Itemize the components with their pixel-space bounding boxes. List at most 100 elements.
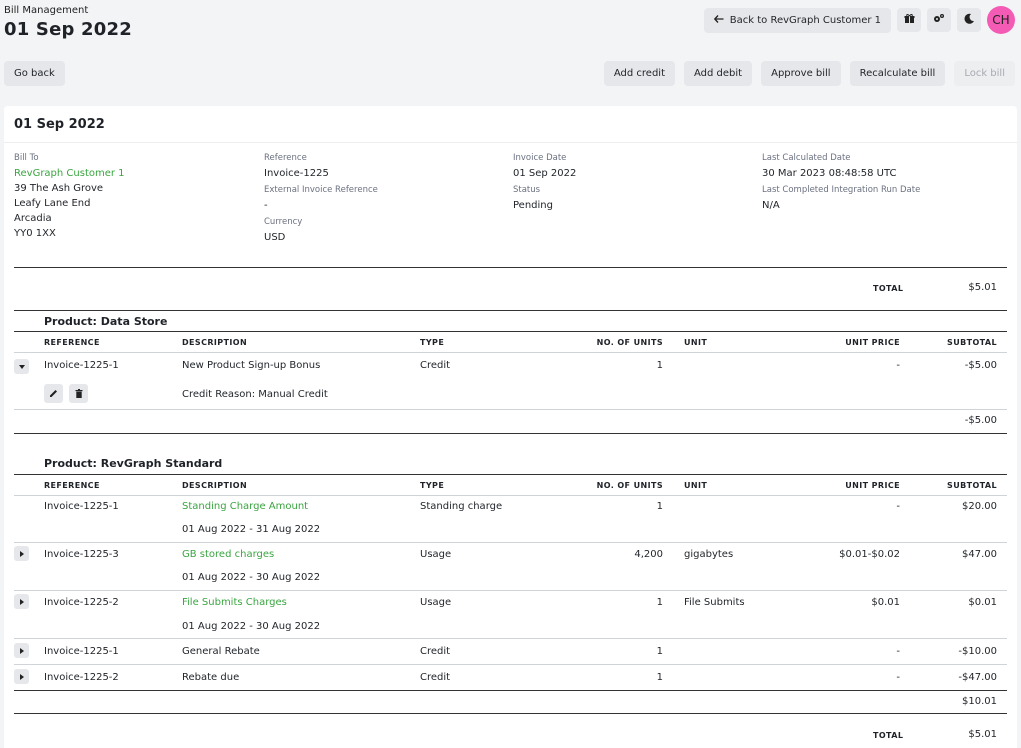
row-date-range: 01 Aug 2022 - 30 Aug 2022	[182, 621, 321, 632]
reference-label: Reference	[264, 153, 307, 163]
total-value: $5.01	[968, 729, 997, 740]
row-unit-price: -	[896, 672, 900, 683]
divider	[14, 310, 1007, 311]
row-units: 1	[656, 672, 663, 683]
settings-icon	[933, 13, 945, 27]
expand-button[interactable]	[14, 669, 29, 684]
currency-value: USD	[264, 232, 286, 243]
row-reference: Invoice-1225-1	[44, 360, 119, 371]
invoice-date-value: 01 Sep 2022	[513, 168, 577, 179]
row-description: Rebate due	[182, 672, 240, 683]
column-header: DESCRIPTION	[182, 481, 248, 490]
divider	[14, 542, 1007, 543]
row-reference: Invoice-1225-2	[44, 672, 119, 683]
divider	[14, 474, 1007, 475]
add-debit-button[interactable]: Add debit	[684, 61, 753, 86]
settings-button[interactable]	[927, 8, 951, 32]
row-subtotal: $20.00	[962, 501, 997, 512]
address-line: Leafy Lane End	[14, 198, 91, 209]
back-to-customer-button[interactable]: Back to RevGraph Customer 1	[703, 7, 891, 33]
column-header: UNIT PRICE	[845, 338, 900, 347]
bill-to-section: Bill To RevGraph Customer 1 39 The Ash G…	[14, 153, 125, 241]
product-subtotal: $10.01	[962, 696, 997, 707]
action-bar: Go back Add credit Add debit Approve bil…	[4, 61, 1015, 86]
divider	[14, 352, 1007, 353]
last-calculated-label: Last Calculated Date	[762, 153, 851, 163]
caret-right-icon	[19, 550, 24, 557]
divider	[14, 590, 1007, 591]
row-subtotal: $47.00	[962, 549, 997, 560]
row-description-link[interactable]: Standing Charge Amount	[182, 501, 308, 512]
row-unit-price: -	[896, 360, 900, 371]
row-unit-price: $0.01	[871, 597, 900, 608]
bill-to-label: Bill To	[14, 153, 39, 163]
row-reference: Invoice-1225-2	[44, 597, 119, 608]
row-description-link[interactable]: File Submits Charges	[182, 597, 287, 608]
avatar[interactable]: CH	[987, 6, 1015, 34]
row-type: Standing charge	[420, 501, 503, 512]
address-line: Arcadia	[14, 213, 52, 224]
page-title: 01 Sep 2022	[4, 19, 132, 40]
trash-icon	[75, 389, 82, 398]
invoice-date-label: Invoice Date	[513, 153, 567, 163]
last-calculated-value: 30 Mar 2023 08:48:58 UTC	[762, 168, 897, 179]
bill-card: 01 Sep 2022 Bill To RevGraph Customer 1 …	[4, 106, 1017, 748]
back-to-customer-label: Back to RevGraph Customer 1	[729, 14, 881, 26]
pencil-icon	[50, 390, 57, 397]
row-units: 1	[656, 360, 663, 371]
address-line: 39 The Ash Grove	[14, 183, 104, 194]
expand-button[interactable]	[14, 546, 29, 561]
row-unit-price: -	[896, 646, 900, 657]
column-header: UNIT PRICE	[845, 481, 900, 490]
add-credit-button[interactable]: Add credit	[603, 61, 676, 86]
expand-button[interactable]	[14, 643, 29, 658]
row-unit: gigabytes	[684, 549, 734, 560]
divider	[14, 495, 1007, 496]
customer-link[interactable]: RevGraph Customer 1	[14, 166, 125, 181]
row-description-link[interactable]: GB stored charges	[182, 549, 274, 560]
gift-button[interactable]	[897, 8, 921, 32]
column-header: DESCRIPTION	[182, 338, 248, 347]
collapse-button[interactable]	[14, 359, 29, 374]
row-description: General Rebate	[182, 646, 260, 657]
total-value: $5.01	[968, 282, 997, 293]
external-reference-label: External Invoice Reference	[264, 185, 378, 195]
row-reference: Invoice-1225-3	[44, 549, 119, 560]
lock-bill-button[interactable]: Lock bill	[954, 61, 1015, 86]
total-label: TOTAL	[873, 731, 904, 740]
expand-button[interactable]	[14, 594, 29, 609]
divider	[14, 713, 1007, 714]
row-subtotal: $0.01	[968, 597, 997, 608]
header-toolbar: Back to RevGraph Customer 1 CH	[703, 6, 1015, 34]
approve-bill-button[interactable]: Approve bill	[761, 61, 841, 86]
go-back-button[interactable]: Go back	[4, 61, 65, 86]
column-header: UNIT	[684, 481, 708, 490]
column-header: TYPE	[420, 338, 445, 347]
reference-value: Invoice-1225	[264, 168, 329, 179]
address-line: YY0 1XX	[14, 228, 56, 239]
recalculate-bill-button[interactable]: Recalculate bill	[849, 61, 946, 86]
caret-down-icon	[18, 364, 25, 369]
delete-button[interactable]	[69, 384, 88, 403]
status-label: Status	[513, 185, 541, 195]
row-unit-price: -	[896, 501, 900, 512]
row-unit-price: $0.01-$0.02	[839, 549, 900, 560]
column-header: TYPE	[420, 481, 445, 490]
divider	[14, 433, 1007, 434]
divider	[4, 142, 1017, 143]
divider	[14, 690, 1007, 691]
product-subtotal: -$5.00	[964, 415, 997, 426]
last-run-value: N/A	[762, 200, 780, 211]
last-run-label: Last Completed Integration Run Date	[762, 185, 921, 195]
row-type: Usage	[420, 549, 452, 560]
column-header: REFERENCE	[44, 338, 100, 347]
reference-section: Reference Invoice-1225 External Invoice …	[264, 153, 378, 249]
row-units: 1	[656, 597, 663, 608]
product-title: Product: RevGraph Standard	[44, 457, 223, 470]
theme-toggle-button[interactable]	[957, 8, 981, 32]
caret-right-icon	[19, 673, 24, 680]
edit-button[interactable]	[44, 384, 63, 403]
row-units: 1	[656, 501, 663, 512]
column-header: UNIT	[684, 338, 708, 347]
invoice-date-section: Invoice Date 01 Sep 2022 Status Pending	[513, 153, 576, 217]
